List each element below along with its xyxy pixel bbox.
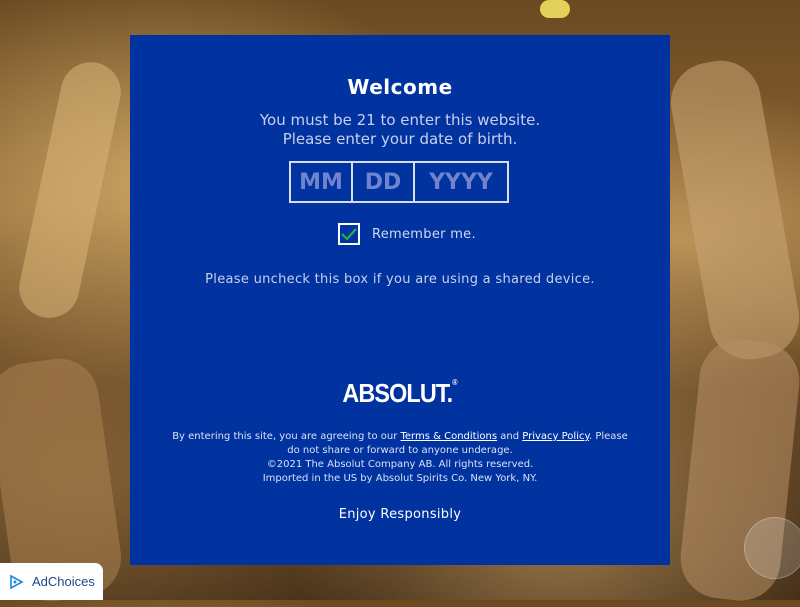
legal-text: By entering this site, you are agreeing … xyxy=(170,430,630,486)
remember-me-label: Remember me. xyxy=(372,226,476,242)
importer-text: Imported in the US by Absolut Spirits Co… xyxy=(262,473,538,484)
copyright-text: ©2021 The Absolut Company AB. All rights… xyxy=(266,459,534,470)
logo-text: ABSOLUT xyxy=(342,378,447,408)
enjoy-responsibly-text: Enjoy Responsibly xyxy=(338,507,462,522)
adchoices-label: AdChoices xyxy=(32,574,95,589)
absolut-logo: ABSOLUT.® xyxy=(157,378,643,409)
adchoices-button[interactable]: AdChoices xyxy=(0,563,103,600)
checkmark-icon xyxy=(341,228,357,241)
legal-and: and xyxy=(500,431,520,442)
subtitle-line-1: You must be 21 to enter this website. xyxy=(259,111,541,129)
shared-device-notice: Please uncheck this box if you are using… xyxy=(205,272,595,287)
remember-me-checkbox[interactable] xyxy=(338,223,360,245)
modal-title: Welcome xyxy=(347,75,453,99)
wheat-stalk xyxy=(540,0,570,18)
terms-conditions-link[interactable]: Terms & Conditions xyxy=(401,431,498,442)
year-input[interactable] xyxy=(415,163,507,201)
floating-circle-button[interactable] xyxy=(744,517,800,579)
subtitle-line-2: Please enter your date of birth. xyxy=(282,130,518,148)
remember-me-row: Remember me. xyxy=(338,223,476,245)
modal-subtitle: You must be 21 to enter this website. Pl… xyxy=(130,111,670,149)
legal-agreement: By entering this site, you are agreeing … xyxy=(170,430,630,458)
day-input[interactable] xyxy=(353,163,415,201)
registered-mark: ® xyxy=(452,378,458,387)
age-gate-modal: Welcome You must be 21 to enter this web… xyxy=(130,35,670,565)
month-input[interactable] xyxy=(291,163,353,201)
privacy-policy-link[interactable]: Privacy Policy xyxy=(522,431,589,442)
legal-prefix: By entering this site, you are agreeing … xyxy=(172,431,398,442)
date-of-birth-field xyxy=(289,161,509,203)
adchoices-icon xyxy=(10,574,24,589)
